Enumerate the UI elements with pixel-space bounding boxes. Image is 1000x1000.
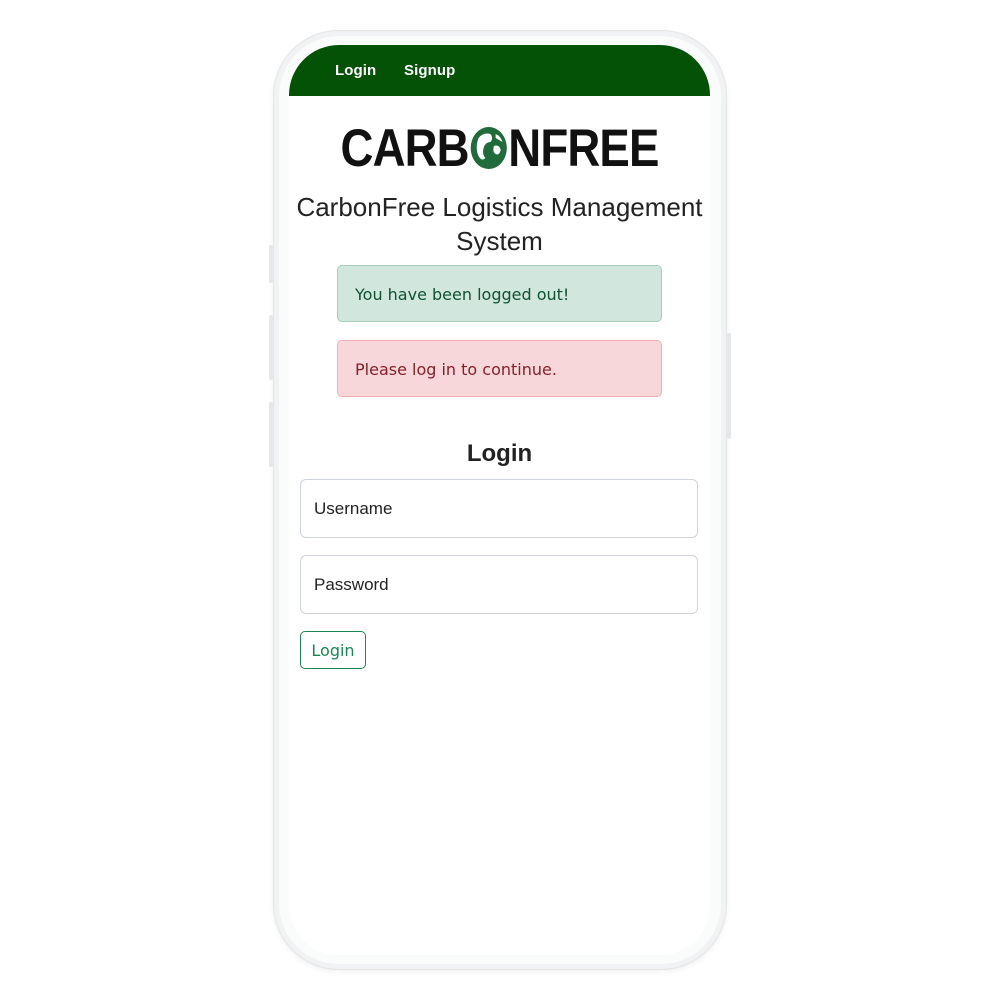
- page-title: CarbonFree Logistics Management System: [296, 192, 703, 256]
- phone-side-button: [269, 245, 273, 283]
- brand-logo: CARB NFREE: [318, 120, 680, 184]
- app-screen: Login Signup CARB NFREE CarbonFree Logist…: [289, 45, 710, 955]
- login-submit-button[interactable]: Login: [300, 631, 366, 669]
- login-heading: Login: [466, 440, 533, 467]
- phone-power-button: [727, 333, 731, 439]
- phone-volume-down-button: [269, 402, 273, 467]
- password-input[interactable]: [300, 555, 698, 614]
- logout-success-alert: You have been logged out!: [337, 265, 662, 322]
- phone-volume-up-button: [269, 315, 273, 380]
- login-required-alert: Please log in to continue.: [337, 340, 662, 397]
- nav-signup-link[interactable]: Signup: [404, 62, 455, 79]
- navbar: Login Signup: [289, 45, 710, 96]
- username-input[interactable]: [300, 479, 698, 538]
- globe-icon: [470, 124, 508, 184]
- nav-login-link[interactable]: Login: [335, 62, 376, 79]
- logo-text-left: CARB: [340, 119, 470, 178]
- logo-text-right: NFREE: [508, 119, 659, 178]
